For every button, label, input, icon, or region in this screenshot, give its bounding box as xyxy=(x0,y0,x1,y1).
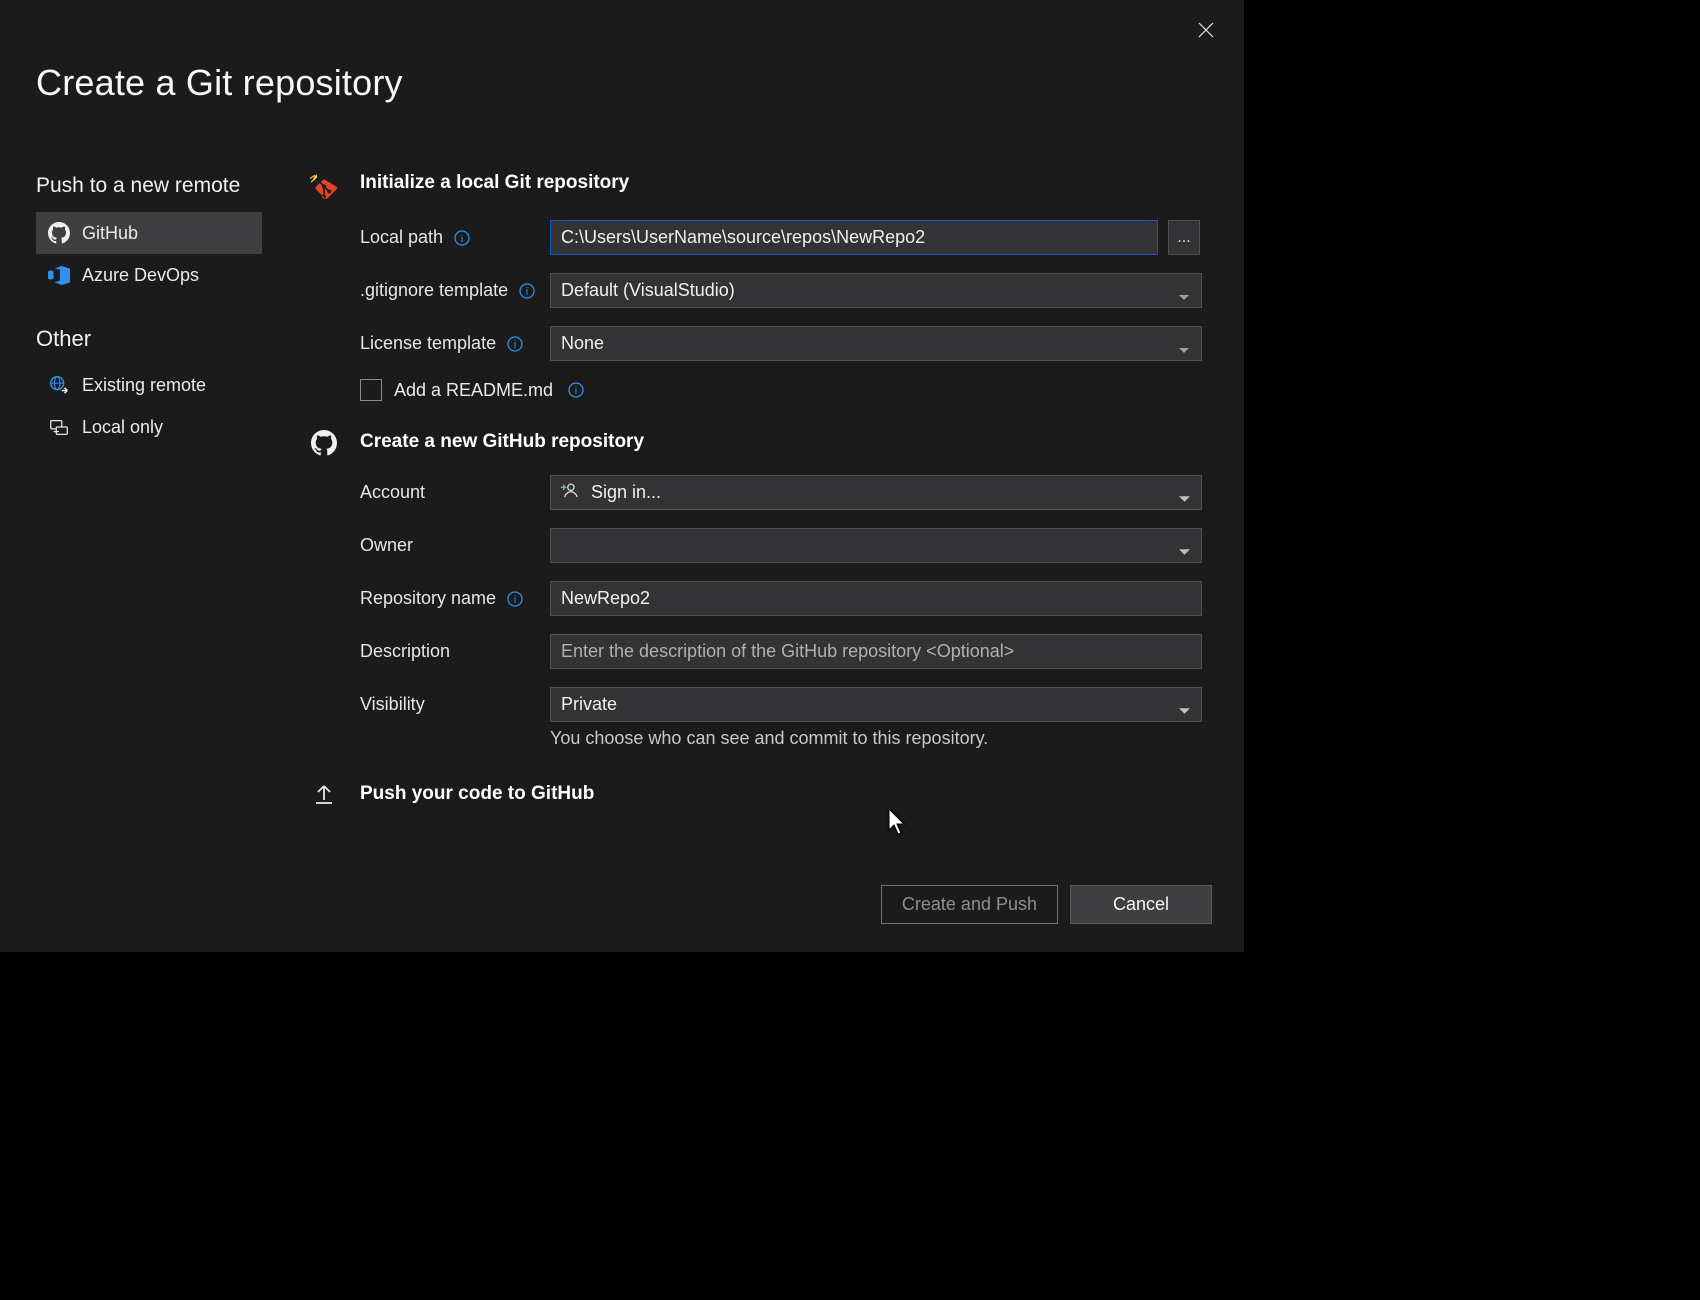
sidebar-item-github[interactable]: GitHub xyxy=(36,212,262,254)
create-and-push-button[interactable]: Create and Push xyxy=(881,885,1058,924)
globe-remote-icon xyxy=(48,374,70,396)
info-icon[interactable]: i xyxy=(518,282,536,300)
license-label: License template xyxy=(360,333,496,354)
chevron-down-icon xyxy=(1179,699,1191,711)
browse-button[interactable]: ... xyxy=(1168,220,1200,255)
sidebar-item-label: GitHub xyxy=(82,223,138,244)
visibility-label: Visibility xyxy=(360,694,425,715)
svg-text:i: i xyxy=(461,233,464,245)
owner-dropdown[interactable] xyxy=(550,528,1202,563)
owner-label: Owner xyxy=(360,535,413,556)
svg-text:i: i xyxy=(526,286,528,298)
repo-name-label: Repository name xyxy=(360,588,496,609)
account-dropdown[interactable]: Sign in... xyxy=(550,475,1202,510)
chevron-down-icon xyxy=(1179,487,1191,499)
sidebar-item-azure-devops[interactable]: Azure DevOps xyxy=(36,254,262,296)
account-value: Sign in... xyxy=(591,482,661,503)
info-icon[interactable]: i xyxy=(453,229,471,247)
visibility-value: Private xyxy=(561,694,617,715)
local-path-label: Local path xyxy=(360,227,443,248)
sidebar-item-label: Existing remote xyxy=(82,375,206,396)
info-icon[interactable]: i xyxy=(567,381,585,399)
chevron-down-icon xyxy=(1179,285,1191,297)
section-heading-init: Initialize a local Git repository xyxy=(360,172,629,194)
description-input[interactable] xyxy=(550,634,1202,669)
upload-icon xyxy=(310,781,338,809)
license-value: None xyxy=(561,333,604,354)
chevron-down-icon xyxy=(1179,540,1191,552)
readme-label: Add a README.md xyxy=(394,380,553,401)
page-title: Create a Git repository xyxy=(36,62,403,104)
sidebar-item-label: Azure DevOps xyxy=(82,265,199,286)
azure-devops-icon xyxy=(48,264,70,286)
gitignore-value: Default (VisualStudio) xyxy=(561,280,735,301)
visibility-dropdown[interactable]: Private xyxy=(550,687,1202,722)
chevron-down-icon xyxy=(1179,338,1191,350)
section-heading-github: Create a new GitHub repository xyxy=(360,431,644,453)
svg-text:i: i xyxy=(575,385,577,397)
sidebar-item-label: Local only xyxy=(82,417,163,438)
info-icon[interactable]: i xyxy=(506,335,524,353)
description-label: Description xyxy=(360,641,450,662)
readme-checkbox[interactable] xyxy=(360,379,382,401)
gitignore-dropdown[interactable]: Default (VisualStudio) xyxy=(550,273,1202,308)
add-user-icon xyxy=(561,481,579,504)
svg-text:i: i xyxy=(514,594,516,606)
gitignore-label: .gitignore template xyxy=(360,280,508,301)
close-button[interactable] xyxy=(1192,16,1220,44)
sidebar-item-local-only[interactable]: Local only xyxy=(36,406,262,448)
git-init-icon xyxy=(310,174,338,202)
license-dropdown[interactable]: None xyxy=(550,326,1202,361)
local-path-input[interactable] xyxy=(550,220,1158,255)
sidebar-section-remote: Push to a new remote xyxy=(36,174,266,198)
sidebar-item-existing-remote[interactable]: Existing remote xyxy=(36,364,262,406)
github-icon xyxy=(310,429,338,457)
local-computer-icon xyxy=(48,416,70,438)
visibility-hint: You choose who can see and commit to thi… xyxy=(550,728,988,749)
svg-text:i: i xyxy=(514,339,516,351)
section-heading-push: Push your code to GitHub xyxy=(360,783,594,805)
repo-name-input[interactable] xyxy=(550,581,1202,616)
info-icon[interactable]: i xyxy=(506,590,524,608)
mouse-cursor xyxy=(888,808,910,836)
github-icon xyxy=(48,222,70,244)
cancel-button[interactable]: Cancel xyxy=(1070,885,1212,924)
account-label: Account xyxy=(360,482,425,503)
sidebar-section-other: Other xyxy=(36,326,266,352)
